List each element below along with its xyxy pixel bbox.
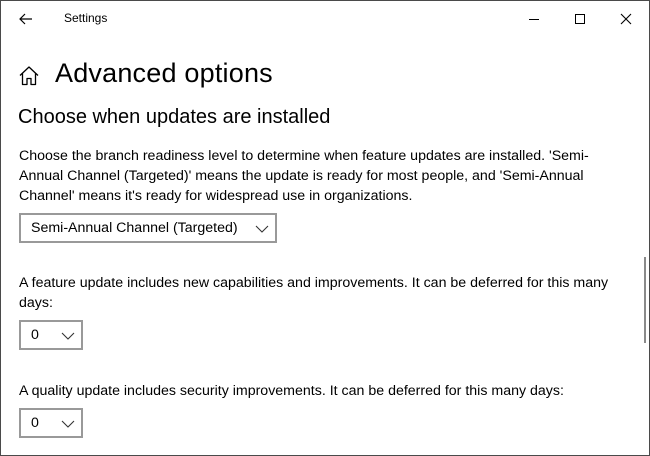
back-button[interactable]	[7, 3, 45, 35]
feature-defer-days-dropdown[interactable]: 0	[19, 320, 83, 350]
maximize-icon	[575, 14, 585, 24]
scrollbar-thumb[interactable]	[644, 257, 646, 343]
branch-description: Choose the branch readiness level to det…	[19, 148, 589, 204]
close-button[interactable]	[603, 1, 649, 37]
chevron-down-icon	[255, 225, 269, 233]
close-icon	[620, 13, 632, 25]
back-arrow-icon	[19, 13, 32, 25]
maximize-button[interactable]	[557, 1, 603, 37]
feature-update-description: A feature update includes new capabiliti…	[19, 275, 609, 311]
minimize-icon	[529, 19, 539, 20]
settings-window: Settings Advanced options Choose when up…	[0, 0, 650, 456]
chevron-down-icon	[61, 332, 75, 340]
minimize-button[interactable]	[511, 1, 557, 37]
feature-defer-days-value: 0	[31, 327, 39, 343]
quality-defer-days-dropdown[interactable]: 0	[19, 408, 83, 438]
quality-update-description: A quality update includes security impro…	[19, 383, 564, 399]
branch-readiness-dropdown[interactable]: Semi-Annual Channel (Targeted)	[19, 213, 277, 243]
section-title: Choose when updates are installed	[18, 106, 331, 128]
vertical-scrollbar[interactable]	[641, 41, 647, 453]
chevron-down-icon	[61, 420, 75, 428]
quality-defer-days-value: 0	[31, 415, 39, 431]
home-icon[interactable]	[18, 65, 40, 87]
branch-readiness-value: Semi-Annual Channel (Targeted)	[31, 220, 238, 236]
app-title: Settings	[64, 11, 108, 25]
title-bar: Settings	[1, 1, 649, 37]
page-title: Advanced options	[55, 58, 273, 88]
